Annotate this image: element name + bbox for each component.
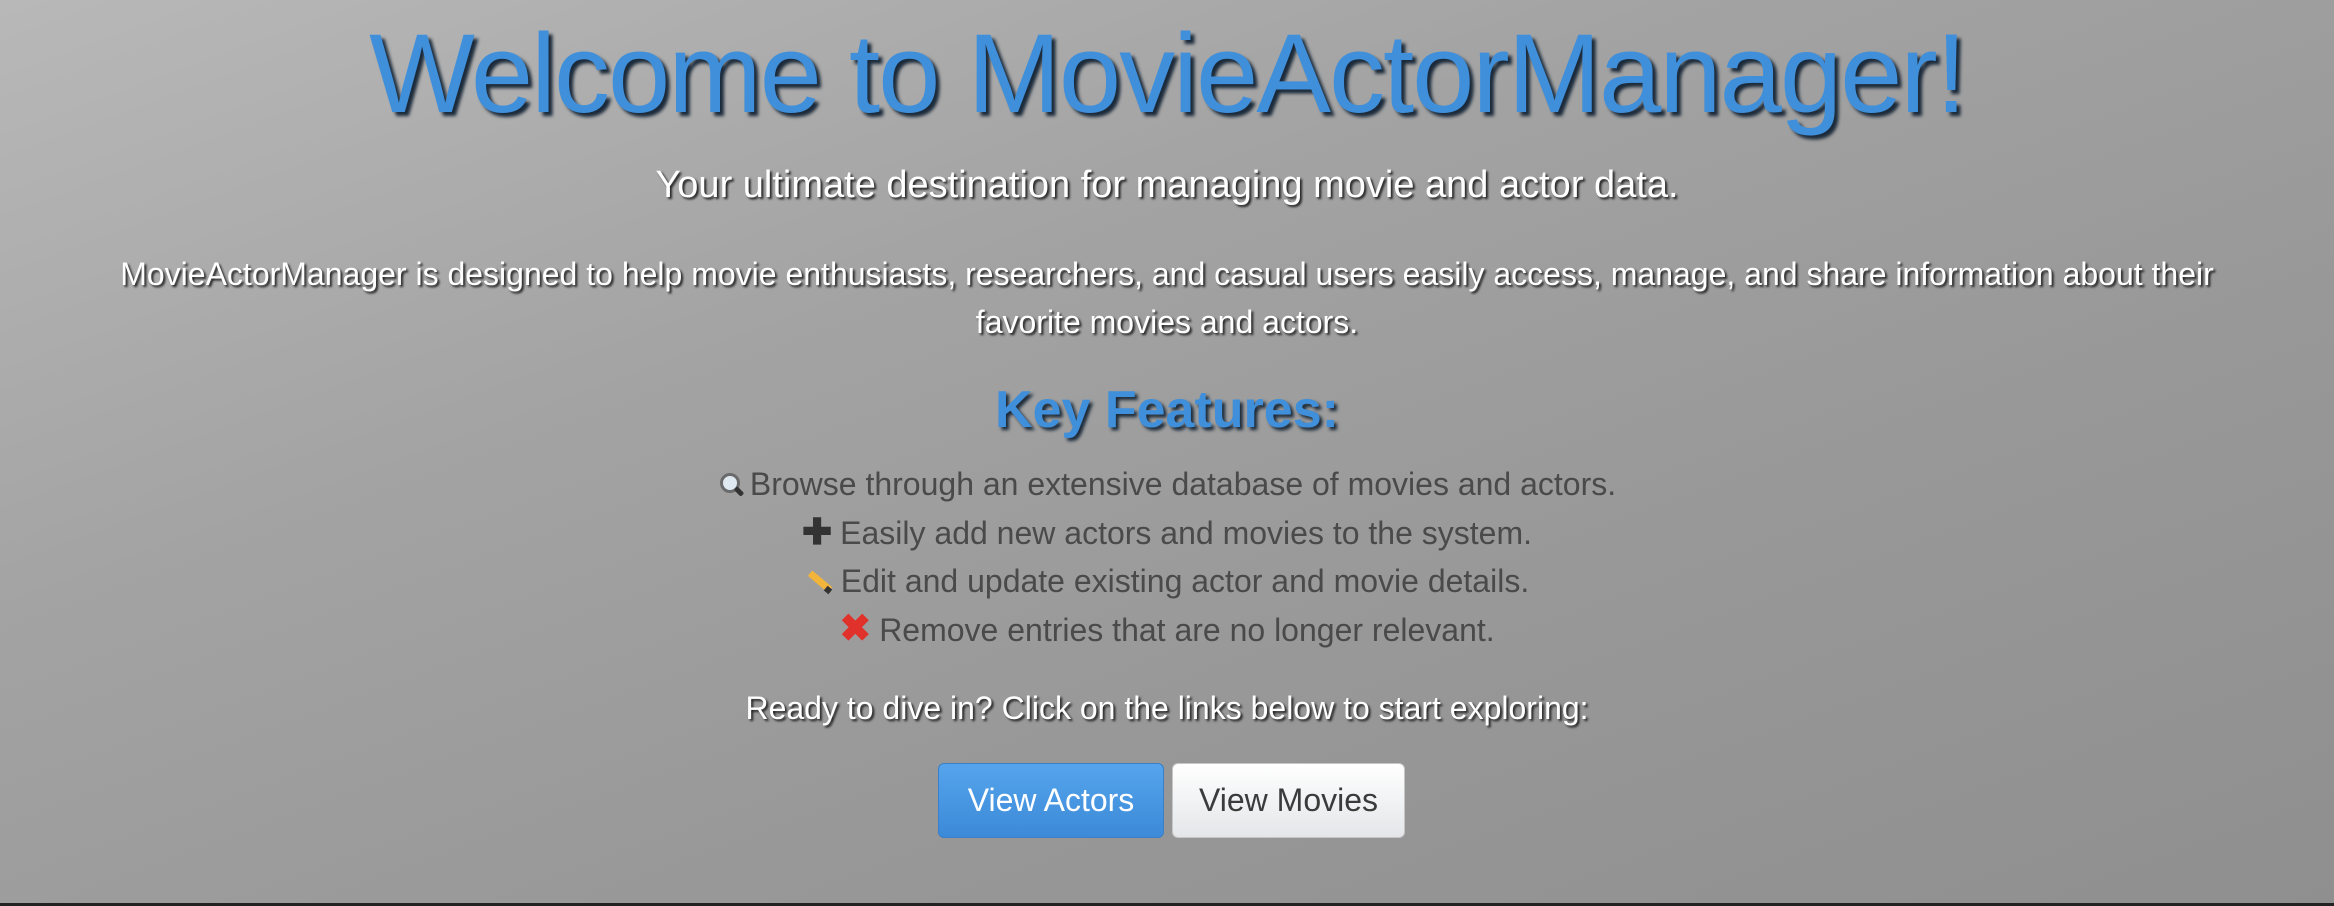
feature-item-add: ✚ Easily add new actors and movies to the… bbox=[0, 508, 2334, 557]
welcome-page: Welcome to MovieActorManager! Your ultim… bbox=[0, 0, 2334, 902]
call-to-action-text: Ready to dive in? Click on the links bel… bbox=[745, 690, 1589, 726]
feature-text: Easily add new actors and movies to the … bbox=[840, 515, 1533, 551]
features-list: Browse through an extensive database of … bbox=[0, 460, 2334, 654]
page-subtitle: Your ultimate destination for managing m… bbox=[655, 164, 1679, 206]
page-title: Welcome to MovieActorManager! bbox=[369, 11, 1967, 136]
feature-item-remove: ✖ Remove entries that are no longer relev… bbox=[0, 605, 2334, 654]
pencil-icon bbox=[805, 567, 833, 595]
feature-text: Edit and update existing actor and movie… bbox=[840, 563, 1530, 599]
feature-text: Browse through an extensive database of … bbox=[749, 466, 1617, 502]
feature-item-edit: Edit and update existing actor and movie… bbox=[0, 557, 2334, 605]
magnifying-glass-icon bbox=[718, 473, 745, 497]
view-actors-button[interactable]: View Actors bbox=[938, 763, 1164, 838]
feature-item-browse: Browse through an extensive database of … bbox=[0, 460, 2334, 508]
plus-icon: ✚ bbox=[801, 511, 833, 552]
feature-text: Remove entries that are no longer releva… bbox=[879, 612, 1495, 648]
view-movies-button[interactable]: View Movies bbox=[1172, 763, 1405, 838]
page-description: MovieActorManager is designed to help mo… bbox=[120, 256, 2214, 340]
cross-mark-icon: ✖ bbox=[839, 608, 872, 650]
features-heading: Key Features: bbox=[995, 381, 1339, 439]
